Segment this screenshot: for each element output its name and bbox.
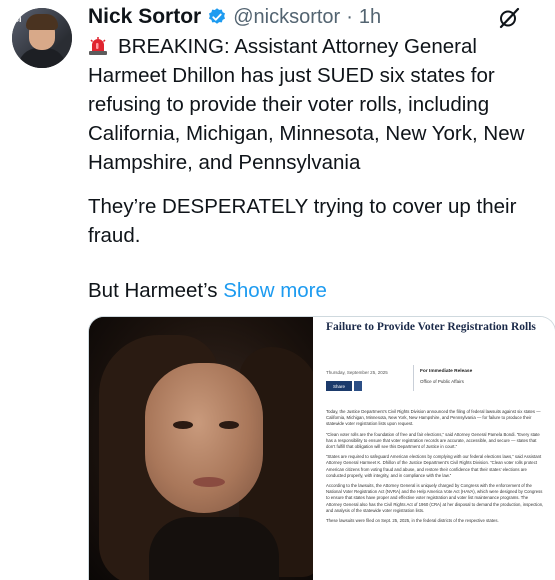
grok-icon[interactable] [497, 6, 521, 30]
document-paragraph: Today, the Justice Department’s Civil Ri… [326, 409, 541, 427]
media-photo[interactable] [89, 317, 313, 580]
release-office: Office of Public Affairs [420, 379, 464, 384]
release-title: For Immediate Release [420, 369, 473, 374]
document-date: Thursday, September 25, 2025 [326, 370, 388, 375]
siren-emoji-icon [88, 35, 108, 55]
release-info: For Immediate Release Office of Public A… [413, 365, 542, 391]
document-paragraph: “States are required to safeguard Americ… [326, 454, 542, 478]
author-handle[interactable]: @nicksortor [233, 6, 340, 29]
tweet-media[interactable]: Failure to Provide Voter Registration Ro… [88, 316, 555, 580]
tweet-paragraph-2: They’re DESPERATELY trying to cover up t… [88, 195, 517, 247]
share-dropdown-icon[interactable] [354, 381, 362, 391]
media-document[interactable]: Failure to Provide Voter Registration Ro… [313, 317, 555, 580]
author-name[interactable]: Nick Sortor [88, 5, 201, 29]
avatar-tag: SI [13, 14, 22, 24]
tweet-header: Nick Sortor @nicksortor · 1h [88, 2, 381, 32]
document-body: Today, the Justice Department’s Civil Ri… [326, 409, 544, 528]
show-more-link[interactable]: Show more [223, 279, 327, 302]
document-title: Failure to Provide Voter Registration Ro… [326, 321, 536, 333]
separator: · [346, 5, 353, 28]
tweet-paragraph: BREAKING: Assistant Attorney General Har… [88, 32, 543, 177]
document-paragraph: These lawsuits were filed on Sept. 25, 2… [326, 518, 499, 524]
tweet-paragraph-1: BREAKING: Assistant Attorney General Har… [88, 35, 525, 174]
avatar[interactable]: SI [12, 8, 72, 68]
share-button[interactable]: Share [326, 381, 352, 391]
verified-badge-icon[interactable] [207, 7, 227, 27]
tweet-paragraph-3: But Harmeet’s [88, 279, 218, 302]
tweet-paragraph: But Harmeet’s Show more [88, 276, 543, 305]
tweet-time[interactable]: 1h [359, 6, 381, 29]
document-paragraph: According to the lawsuits, the Attorney … [326, 483, 544, 513]
document-paragraph: “Clean voter rolls are the foundation of… [326, 431, 540, 450]
